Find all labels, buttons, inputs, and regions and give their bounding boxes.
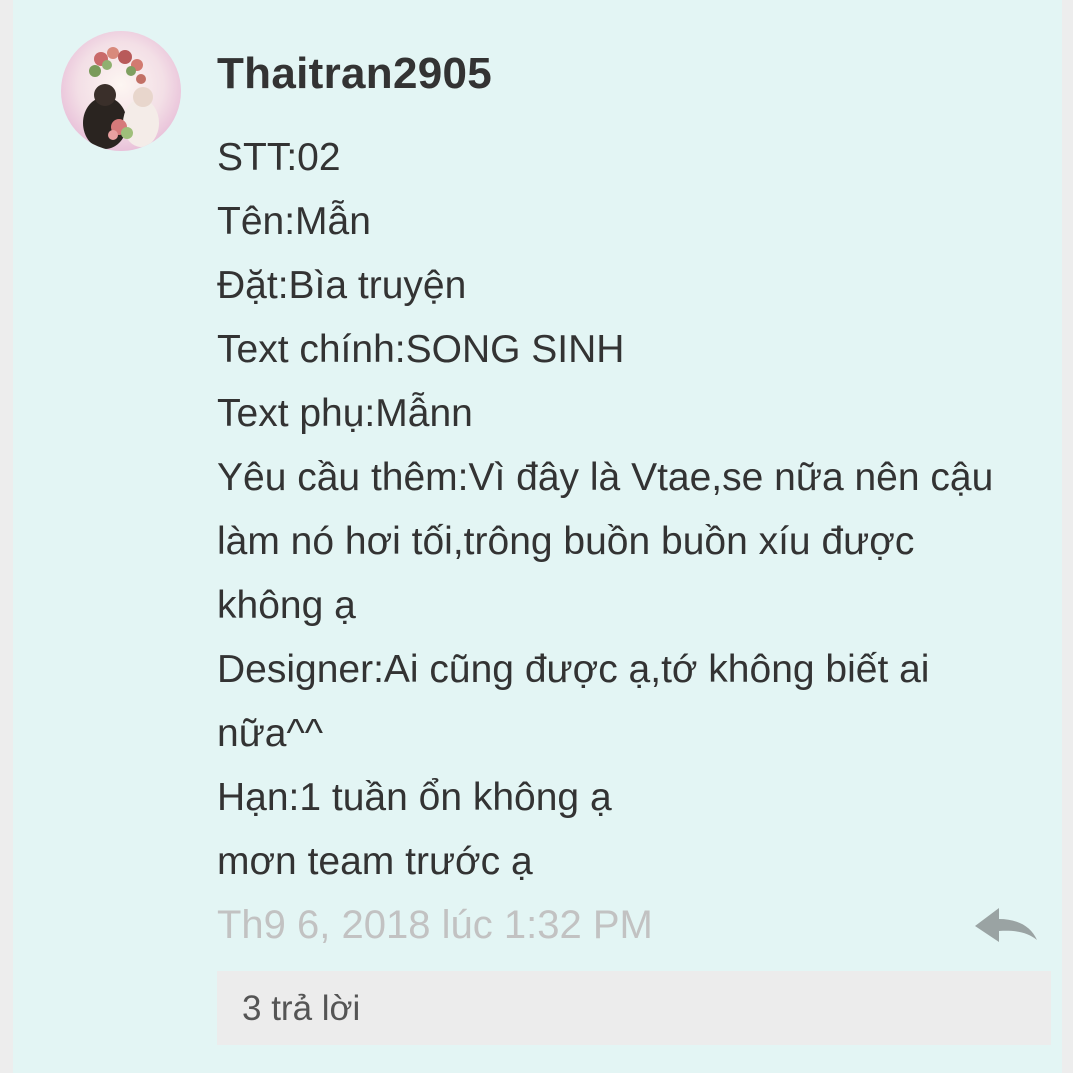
comment-line: STT:02 xyxy=(217,136,341,179)
comment-line: làm nó hơi tối,trông buồn buồn xíu được xyxy=(217,520,915,563)
avatar-photo xyxy=(61,31,181,151)
comment-line: Designer:Ai cũng được ạ,tớ không biết ai xyxy=(217,648,930,691)
comment-line: không ạ xyxy=(217,584,356,627)
comment-line: mơn team trước ạ xyxy=(217,840,533,883)
comment-line: Text phụ:Mẫnn xyxy=(217,392,473,435)
comment-timestamp: Th9 6, 2018 lúc 1:32 PM xyxy=(217,903,653,947)
username[interactable]: Thaitran2905 xyxy=(217,49,492,99)
comment-line: Text chính:SONG SINH xyxy=(217,328,625,371)
comment-line: Hạn:1 tuần ổn không ạ xyxy=(217,776,612,819)
comment-line: Đặt:Bìa truyện xyxy=(217,264,467,307)
comment-line: Yêu cầu thêm:Vì đây là Vtae,se nữa nên c… xyxy=(217,456,994,499)
avatar[interactable] xyxy=(61,31,181,151)
comment-line: nữa^^ xyxy=(217,712,324,755)
comment-line: Tên:Mẫn xyxy=(217,200,371,243)
comment-card: Thaitran2905 STT:02 Tên:Mẫn Đặt:Bìa truy… xyxy=(13,0,1062,1073)
view-replies-button[interactable]: 3 trả lời xyxy=(217,971,1051,1045)
reply-arrow-icon[interactable] xyxy=(971,904,1041,948)
replies-count-label: 3 trả lời xyxy=(242,989,361,1028)
comment-body: STT:02 Tên:Mẫn Đặt:Bìa truyện Text chính… xyxy=(217,126,1047,894)
